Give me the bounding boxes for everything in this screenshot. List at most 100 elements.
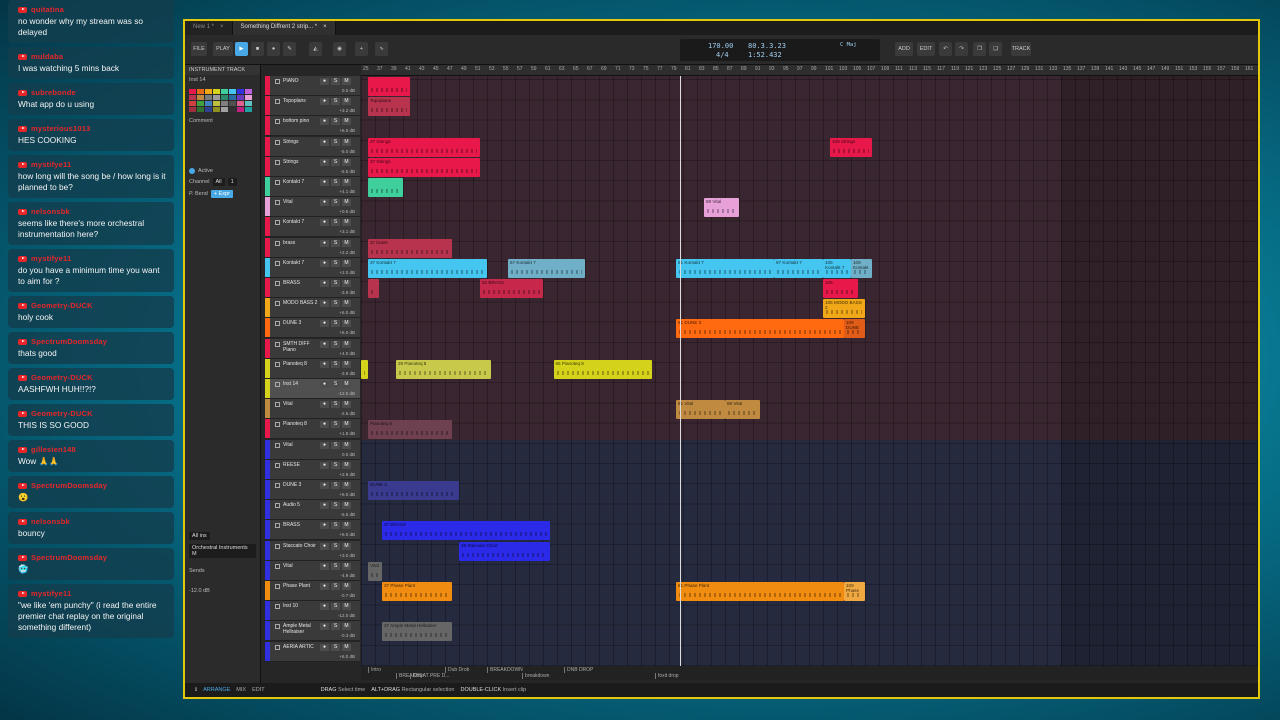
chat-username[interactable]: mystifye11 xyxy=(31,159,71,170)
track-header[interactable]: REESE ● S M +2.8 dB xyxy=(265,459,360,480)
mute-button[interactable]: M xyxy=(342,320,351,328)
cue-marker[interactable]: DNB DROP xyxy=(564,667,593,673)
clip[interactable]: 109 Phase xyxy=(844,582,865,601)
chat-username[interactable]: mystifye11 xyxy=(31,588,71,599)
track-volume[interactable]: +4.1 dB xyxy=(319,189,355,195)
power-icon[interactable]: ● xyxy=(320,603,329,611)
color-swatch[interactable] xyxy=(197,107,204,112)
clip[interactable]: 105 Kontakt 7 xyxy=(823,258,851,278)
color-swatch[interactable] xyxy=(189,95,196,100)
solo-button[interactable]: S xyxy=(331,421,340,429)
track-name[interactable]: Vital xyxy=(283,563,319,569)
mute-button[interactable]: M xyxy=(342,280,351,287)
track-name[interactable]: Kontakt 7 xyxy=(283,179,319,185)
power-icon[interactable]: ● xyxy=(320,239,329,247)
color-swatch[interactable] xyxy=(189,107,196,112)
pbend-toggle[interactable]: + Expr xyxy=(210,190,233,198)
solo-button[interactable]: S xyxy=(331,340,340,348)
solo-button[interactable]: S xyxy=(331,78,340,85)
automation-icon[interactable]: ✎ xyxy=(283,42,296,56)
track-name[interactable]: brass xyxy=(283,240,319,246)
solo-button[interactable]: S xyxy=(331,381,340,388)
power-icon[interactable]: ● xyxy=(320,461,329,469)
edit-button[interactable]: EDIT xyxy=(917,42,935,56)
plus-icon[interactable]: + xyxy=(355,42,368,56)
info-icon[interactable]: ℹ xyxy=(195,687,197,693)
tab-new-1[interactable]: New 1 * × xyxy=(185,21,233,35)
chat-username[interactable]: Geometry-DUCK xyxy=(31,408,93,419)
color-swatch[interactable] xyxy=(197,101,204,106)
clip[interactable]: DUNE 3 xyxy=(368,481,459,500)
solo-button[interactable]: S xyxy=(331,623,340,631)
clip[interactable]: 105 xyxy=(823,279,858,298)
clip[interactable]: 37 brass xyxy=(368,238,452,258)
solo-button[interactable]: S xyxy=(331,643,340,651)
redo-icon[interactable]: ↷ xyxy=(955,42,968,56)
chat-username[interactable]: nelsonsbk xyxy=(31,206,70,217)
solo-button[interactable]: S xyxy=(331,401,340,409)
channel-select[interactable]: All xyxy=(212,178,225,186)
clip[interactable] xyxy=(368,77,410,96)
play-icon[interactable]: ▶ xyxy=(235,42,248,56)
track-volume[interactable]: -5.0 dB xyxy=(319,149,355,155)
mute-button[interactable]: M xyxy=(342,340,351,348)
track-name[interactable]: bottom pino xyxy=(283,118,319,124)
color-swatch[interactable] xyxy=(221,107,228,112)
track-header[interactable]: PIANO ● S M 0.0 dB xyxy=(265,76,360,96)
mute-button[interactable]: M xyxy=(342,401,351,409)
power-icon[interactable]: ● xyxy=(320,421,329,429)
solo-button[interactable]: S xyxy=(331,199,340,207)
color-swatch[interactable] xyxy=(205,107,212,112)
active-toggle[interactable]: Active xyxy=(185,166,260,176)
solo-button[interactable]: S xyxy=(331,320,340,328)
track-volume[interactable]: -3.9 dB xyxy=(319,290,355,296)
wave-icon[interactable]: ∿ xyxy=(375,42,388,56)
solo-button[interactable]: S xyxy=(331,158,340,166)
color-swatch[interactable] xyxy=(237,89,244,94)
timeline-ruler[interactable]: 25 37 39 41 43 45 47 49 51 53 55 57 59 61 63 65 67 69 71 73… xyxy=(361,65,1258,76)
power-icon[interactable]: ● xyxy=(320,522,329,530)
track-name[interactable]: Inst 10 xyxy=(283,603,319,609)
solo-button[interactable]: S xyxy=(331,441,340,449)
track-volume[interactable]: -5.5 dB xyxy=(319,512,355,518)
device-select[interactable]: Orchestral Instruments M xyxy=(185,542,260,560)
power-icon[interactable]: ● xyxy=(320,158,329,166)
track-name[interactable]: DUNE 3 xyxy=(283,320,319,326)
mute-button[interactable]: M xyxy=(342,623,351,631)
clip[interactable]: 37 Kontakt 7 xyxy=(368,258,487,278)
power-icon[interactable]: ● xyxy=(320,482,329,489)
clip[interactable]: 97 Kontakt 7 xyxy=(774,258,823,278)
solo-button[interactable]: S xyxy=(331,461,340,469)
track-name[interactable]: Strings xyxy=(283,159,319,165)
clip[interactable] xyxy=(368,279,379,298)
solo-button[interactable]: S xyxy=(331,482,340,489)
track-header[interactable]: Staccato Choir ● S M +3.0 dB xyxy=(265,540,360,561)
power-icon[interactable]: ● xyxy=(320,502,329,510)
time-signature[interactable]: 4/4 xyxy=(716,51,729,59)
track-volume[interactable]: +6.0 dB xyxy=(319,310,355,316)
clip[interactable]: 37 Phase Plant xyxy=(382,582,452,601)
power-icon[interactable]: ● xyxy=(320,583,329,590)
clip[interactable]: 89 Vital xyxy=(704,198,739,218)
mute-button[interactable]: M xyxy=(342,300,351,308)
track-name[interactable]: Audio 5 xyxy=(283,502,319,508)
mute-button[interactable]: M xyxy=(342,98,351,106)
mute-button[interactable]: M xyxy=(342,562,351,570)
mute-button[interactable]: M xyxy=(342,158,351,166)
color-swatch[interactable] xyxy=(221,95,228,100)
chat-username[interactable]: mystifye11 xyxy=(31,253,71,264)
track-header[interactable]: Ample Metal Hellraiser ● S M -0.3 dB xyxy=(265,621,360,642)
clip[interactable]: 52 BRASS xyxy=(480,279,543,298)
clip[interactable]: 37 Strings xyxy=(368,157,480,177)
track-header[interactable]: bottom pino ● S M +6.0 dB xyxy=(265,116,360,137)
clip[interactable]: 65 Pianoteq 8 xyxy=(553,359,652,379)
mute-button[interactable]: M xyxy=(342,542,351,550)
color-swatch[interactable] xyxy=(229,107,236,112)
track-name[interactable]: Vital xyxy=(283,199,319,205)
track-header[interactable]: Strings ● S M -5.0 dB xyxy=(265,136,360,157)
clip[interactable]: 37 Strings xyxy=(368,137,480,157)
color-swatch[interactable] xyxy=(229,95,236,100)
power-icon[interactable]: ● xyxy=(320,280,329,287)
clip[interactable]: 109 Kontakt xyxy=(851,258,872,278)
color-swatch[interactable] xyxy=(213,89,220,94)
